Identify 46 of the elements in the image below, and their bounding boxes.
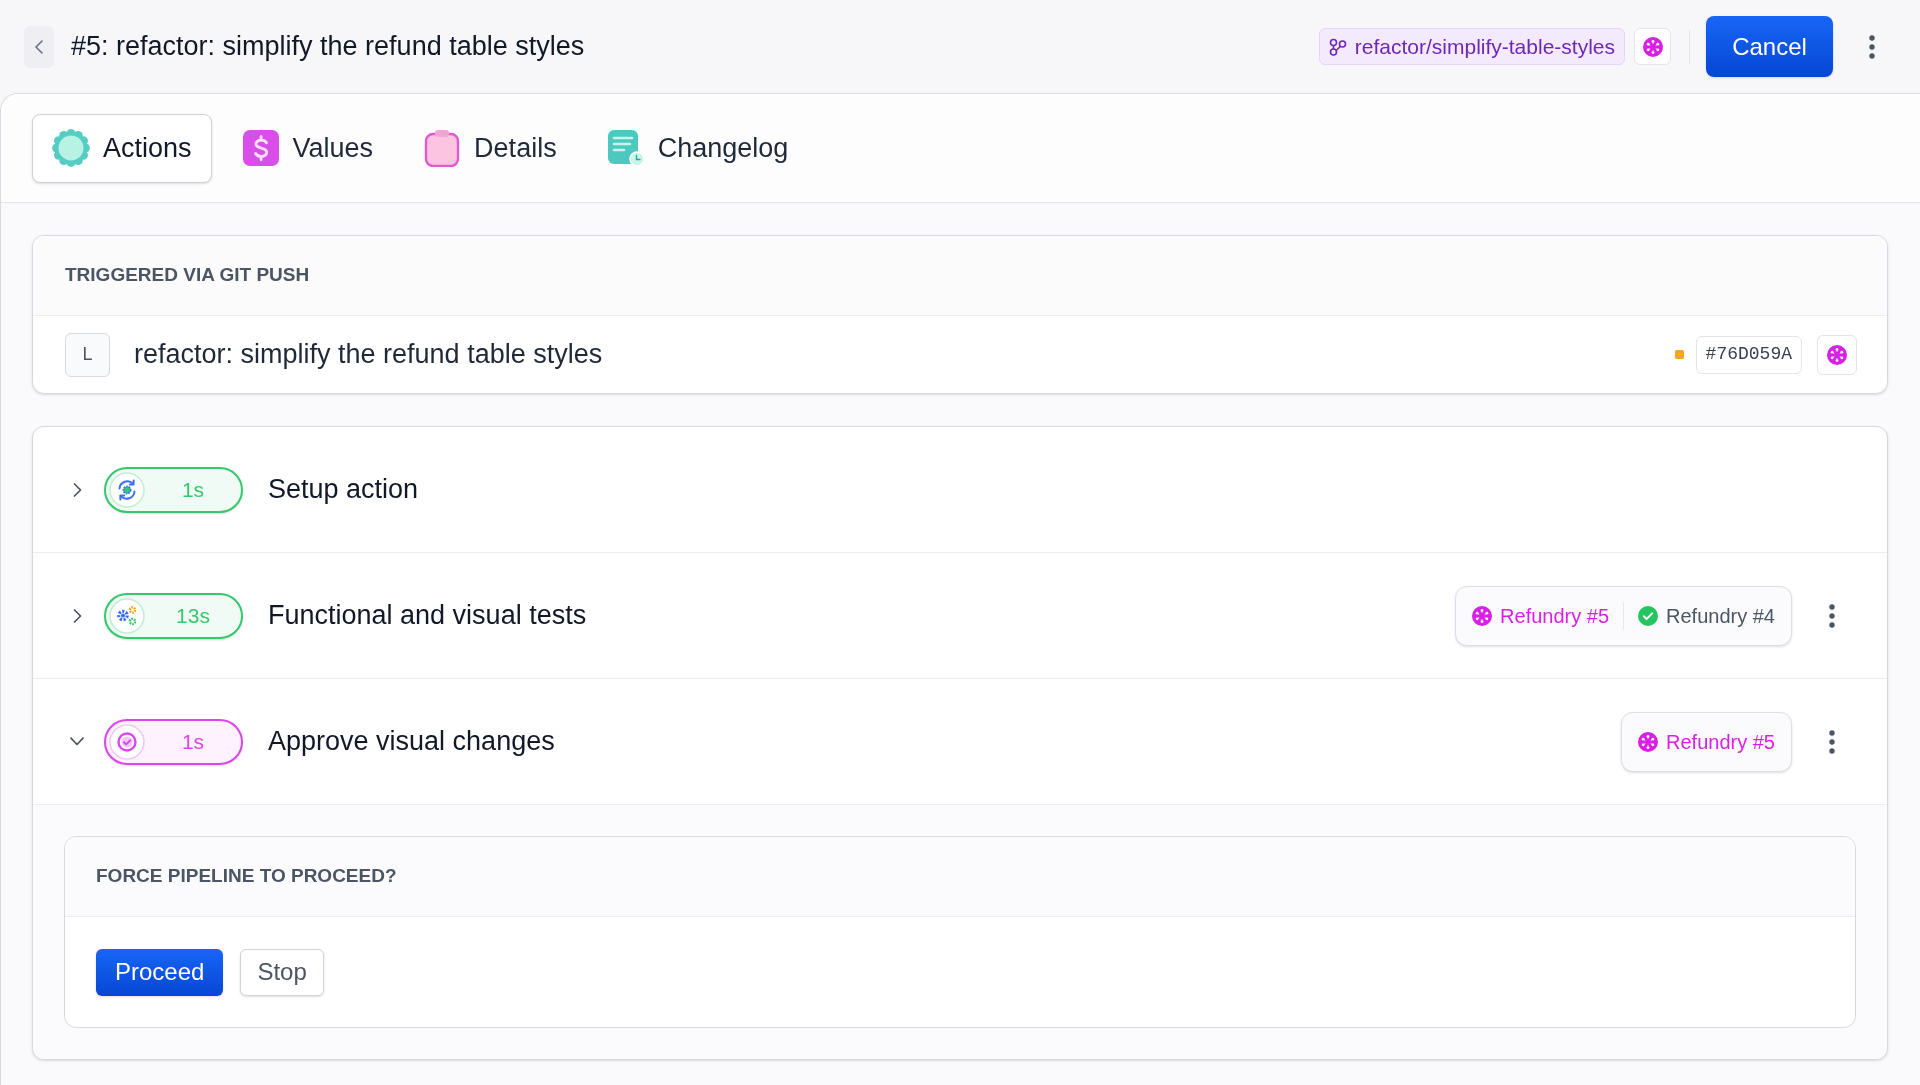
chevron-right-icon[interactable]: [72, 608, 82, 623]
run-link[interactable]: Refundry #5: [1472, 600, 1610, 631]
duration-text: 1s: [181, 728, 205, 755]
proceed-button[interactable]: Proceed: [96, 948, 224, 996]
wheel-icon: [1827, 344, 1847, 365]
wheel-icon: [1638, 731, 1659, 752]
chevron-right-icon[interactable]: [72, 482, 82, 497]
run-link[interactable]: Refundry #4: [1638, 600, 1775, 631]
kebab-icon: [1829, 729, 1835, 754]
tab[interactable]: Actions: [32, 113, 212, 183]
section-heading: TRIGGERED VIA GIT PUSH: [65, 263, 310, 288]
commit-hash: #76D059A: [1695, 335, 1802, 374]
cancel-button[interactable]: Cancel: [1706, 16, 1833, 77]
run-link[interactable]: Refundry #5: [1638, 726, 1775, 757]
tab[interactable]: Changelog: [586, 113, 809, 183]
dollar-icon: [241, 129, 280, 167]
commit-message: refactor: simplify the refund table styles: [134, 338, 603, 372]
project-button[interactable]: [1634, 28, 1671, 65]
project-button[interactable]: [1817, 334, 1857, 375]
clipboard-icon: [423, 129, 462, 167]
branch-icon: [1328, 37, 1347, 56]
chevron-left-icon: [35, 39, 43, 54]
stop-button[interactable]: Stop: [240, 948, 324, 996]
tab[interactable]: Values: [221, 113, 394, 183]
wheel-icon: [1472, 605, 1493, 626]
tab[interactable]: Details: [403, 113, 577, 183]
wheel-icon: [1642, 36, 1663, 57]
branch-chip[interactable]: refactor/simplify-table-styles: [1318, 28, 1625, 65]
step-name: Functional and visual tests: [268, 599, 587, 633]
status-square-icon: [1674, 350, 1684, 359]
sync-gear-icon: [109, 471, 145, 508]
gears-icon: [109, 597, 145, 634]
duration-text: 1s: [181, 476, 205, 503]
document-clock-icon: [606, 129, 645, 167]
step-name: Approve visual changes: [268, 725, 555, 759]
kebab-icon: [1869, 34, 1875, 59]
author-avatar: L: [65, 332, 110, 377]
step-name: Setup action: [268, 473, 419, 507]
page-title: #5: refactor: simplify the refund table styles: [71, 30, 585, 64]
section-heading: FORCE PIPELINE TO PROCEED?: [96, 864, 397, 889]
check-circle-icon: [1638, 605, 1659, 626]
seal-icon: [52, 129, 90, 167]
duration-text: 13s: [176, 602, 210, 629]
check-circle-icon: [109, 723, 145, 760]
kebab-icon: [1829, 603, 1835, 628]
chevron-down-icon[interactable]: [70, 737, 84, 746]
